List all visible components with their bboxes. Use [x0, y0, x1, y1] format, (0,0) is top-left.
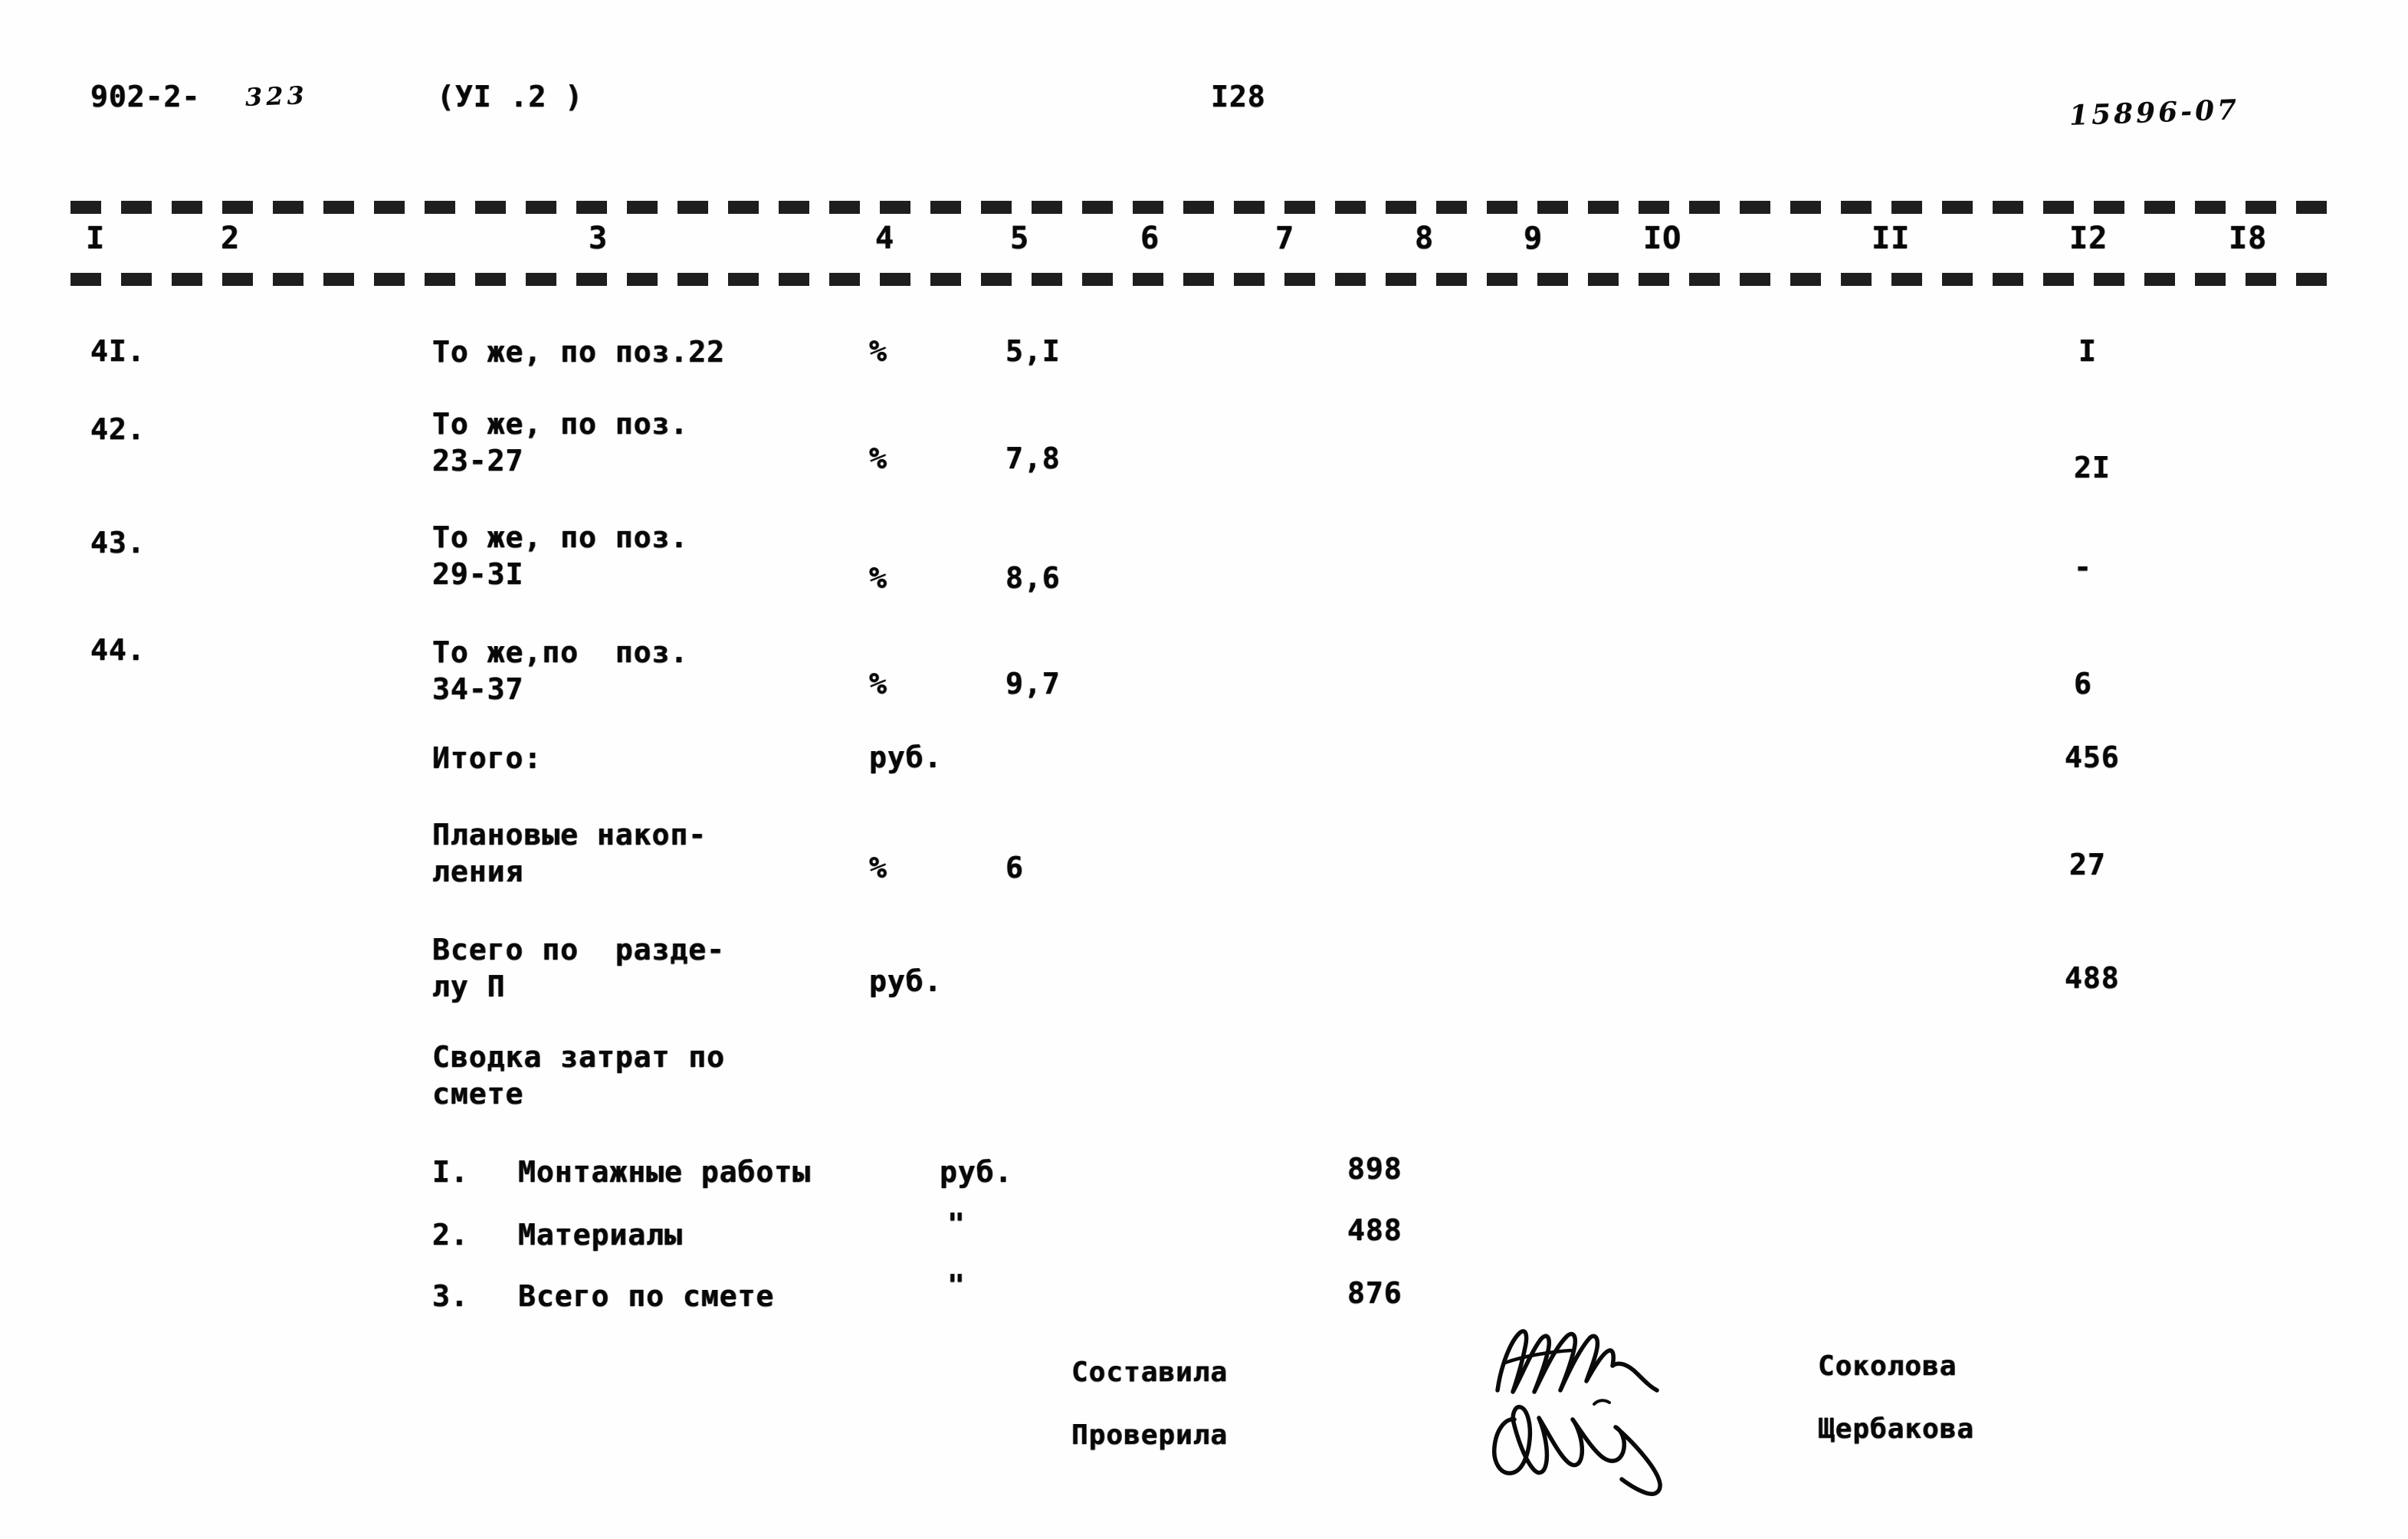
- table-row-description: То же, по поз.22: [432, 335, 726, 369]
- table-row-col12: 27: [2069, 848, 2106, 881]
- summary-item-number: 2.: [432, 1218, 469, 1252]
- table-row-col12: 456: [2065, 740, 2120, 774]
- table-row-value: 6: [1006, 851, 1024, 884]
- table-row-description-line2: 23-27: [432, 444, 524, 477]
- column-header-2: 2: [221, 221, 241, 256]
- table-bottom-rule: [71, 273, 2345, 286]
- table-top-rule: [71, 201, 2345, 214]
- table-row-description: Плановые накоп-: [432, 818, 707, 852]
- table-row-description: Всего по разде-: [432, 933, 726, 966]
- table-row-value: 7,8: [1006, 441, 1061, 475]
- table-row-col12: 2I: [2074, 451, 2111, 484]
- table-row-description-line2: ления: [432, 855, 524, 888]
- series-code: 902-2-: [90, 80, 201, 113]
- series-code-handwritten: 323: [244, 80, 309, 112]
- table-row-col12: 6: [2074, 667, 2092, 701]
- table-row-description-line2: 29-3I: [432, 557, 524, 591]
- summary-item-label: Материалы: [518, 1218, 683, 1252]
- column-header-3: 3: [589, 221, 609, 256]
- table-row-description-line2: лу П: [432, 970, 506, 1003]
- summary-item-amount: 488: [1347, 1213, 1402, 1247]
- table-row-description: То же, по поз.: [432, 407, 689, 441]
- table-row-col12: 488: [2065, 961, 2120, 995]
- table-row-description: То же, по поз.: [432, 520, 689, 554]
- page-number: I28: [1211, 80, 1266, 113]
- signature-role-checked: Проверила: [1071, 1419, 1229, 1451]
- signature-name-scherbakova: Щербакова: [1818, 1413, 1975, 1445]
- summary-item-unit: руб.: [940, 1155, 1013, 1189]
- summary-item-label: Монтажные работы: [518, 1155, 812, 1189]
- summary-title-line2: смете: [432, 1077, 524, 1111]
- table-row-unit: %: [869, 334, 887, 368]
- signature-name-sokolova: Соколова: [1818, 1350, 1957, 1382]
- table-row-description: Итого:: [432, 741, 543, 775]
- table-row-number: 4I.: [90, 334, 146, 368]
- column-header-6: 6: [1140, 221, 1160, 256]
- summary-item-amount: 898: [1347, 1152, 1402, 1186]
- column-header-4: 4: [875, 221, 895, 256]
- column-header-8: 8: [1415, 221, 1435, 256]
- table-row-description: То же,по поз.: [432, 635, 689, 669]
- summary-item-unit-ditto: ": [947, 1207, 966, 1241]
- scanned-document-page: 902-2- 323 (УI .2 ) I28 15896-07 I 2 3 4…: [0, 0, 2408, 1539]
- table-row-unit: %: [869, 667, 887, 701]
- table-row-description-line2: 34-37: [432, 672, 524, 706]
- column-header-9: 9: [1524, 221, 1544, 256]
- column-header-1: I: [86, 221, 106, 256]
- table-row-value: 5,I: [1006, 334, 1061, 368]
- summary-item-number: I.: [432, 1155, 469, 1189]
- table-row-value: 8,6: [1006, 561, 1061, 595]
- signature-scribble-scherbakova: [1479, 1386, 1740, 1501]
- summary-item-unit-ditto: ": [947, 1268, 966, 1302]
- table-row-value: 9,7: [1006, 667, 1061, 701]
- table-row-col12: -: [2074, 550, 2092, 584]
- table-row-number: 44.: [90, 633, 146, 667]
- summary-title: Сводка затрат по: [432, 1040, 726, 1074]
- table-row-col12: I: [2078, 334, 2097, 368]
- summary-item-number: 3.: [432, 1279, 469, 1313]
- summary-item-label: Всего по смете: [518, 1279, 775, 1313]
- column-header-5: 5: [1010, 221, 1030, 256]
- column-header-13: I8: [2229, 221, 2268, 256]
- archive-number-handwritten: 15896-07: [2068, 94, 2240, 132]
- table-row-unit: %: [869, 851, 887, 884]
- table-row-number: 42.: [90, 412, 146, 446]
- column-header-10: IO: [1643, 221, 1682, 256]
- table-row-number: 43.: [90, 526, 146, 559]
- table-row-unit: %: [869, 441, 887, 475]
- table-row-unit: руб.: [869, 740, 943, 774]
- table-row-unit: руб.: [869, 964, 943, 998]
- column-header-7: 7: [1275, 221, 1295, 256]
- column-header-11: II: [1872, 221, 1911, 256]
- volume-label: (УI .2 ): [437, 80, 584, 113]
- signature-role-compiled: Составила: [1071, 1357, 1229, 1388]
- table-row-unit: %: [869, 561, 887, 595]
- summary-item-amount: 876: [1347, 1276, 1402, 1310]
- column-header-12: I2: [2069, 221, 2108, 256]
